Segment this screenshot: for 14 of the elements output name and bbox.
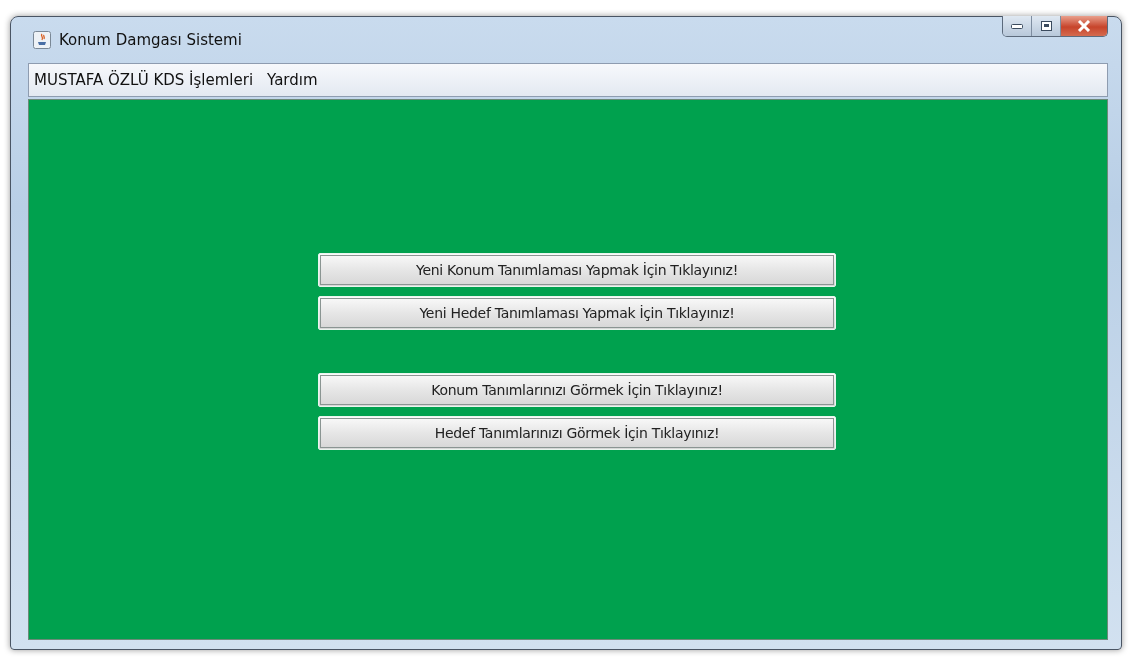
action-button[interactable]: Hedef Tanımlarınızı Görmek İçin Tıklayınız! [318, 416, 836, 450]
close-icon [1077, 20, 1091, 32]
menu-item[interactable]: MUSTAFA ÖZLÜ KDS İşlemleri [34, 71, 254, 89]
minimize-button[interactable] [1003, 16, 1032, 36]
close-button[interactable] [1061, 16, 1107, 36]
window-title: Konum Damgası Sistemi [59, 31, 242, 49]
action-button[interactable]: Konum Tanımlarınızı Görmek İçin Tıklayınız! [318, 373, 836, 407]
app-icon [33, 31, 51, 49]
menu-item[interactable]: Yardım [267, 71, 318, 89]
minimize-icon [1011, 23, 1023, 29]
maximize-button[interactable] [1032, 16, 1061, 36]
action-button[interactable]: Yeni Konum Tanımlaması Yapmak İçin Tıklayınız! [318, 253, 836, 287]
maximize-icon [1040, 21, 1052, 31]
action-button[interactable]: Yeni Hedef Tanımlaması Yapmak İçin Tıklayınız! [318, 296, 836, 330]
